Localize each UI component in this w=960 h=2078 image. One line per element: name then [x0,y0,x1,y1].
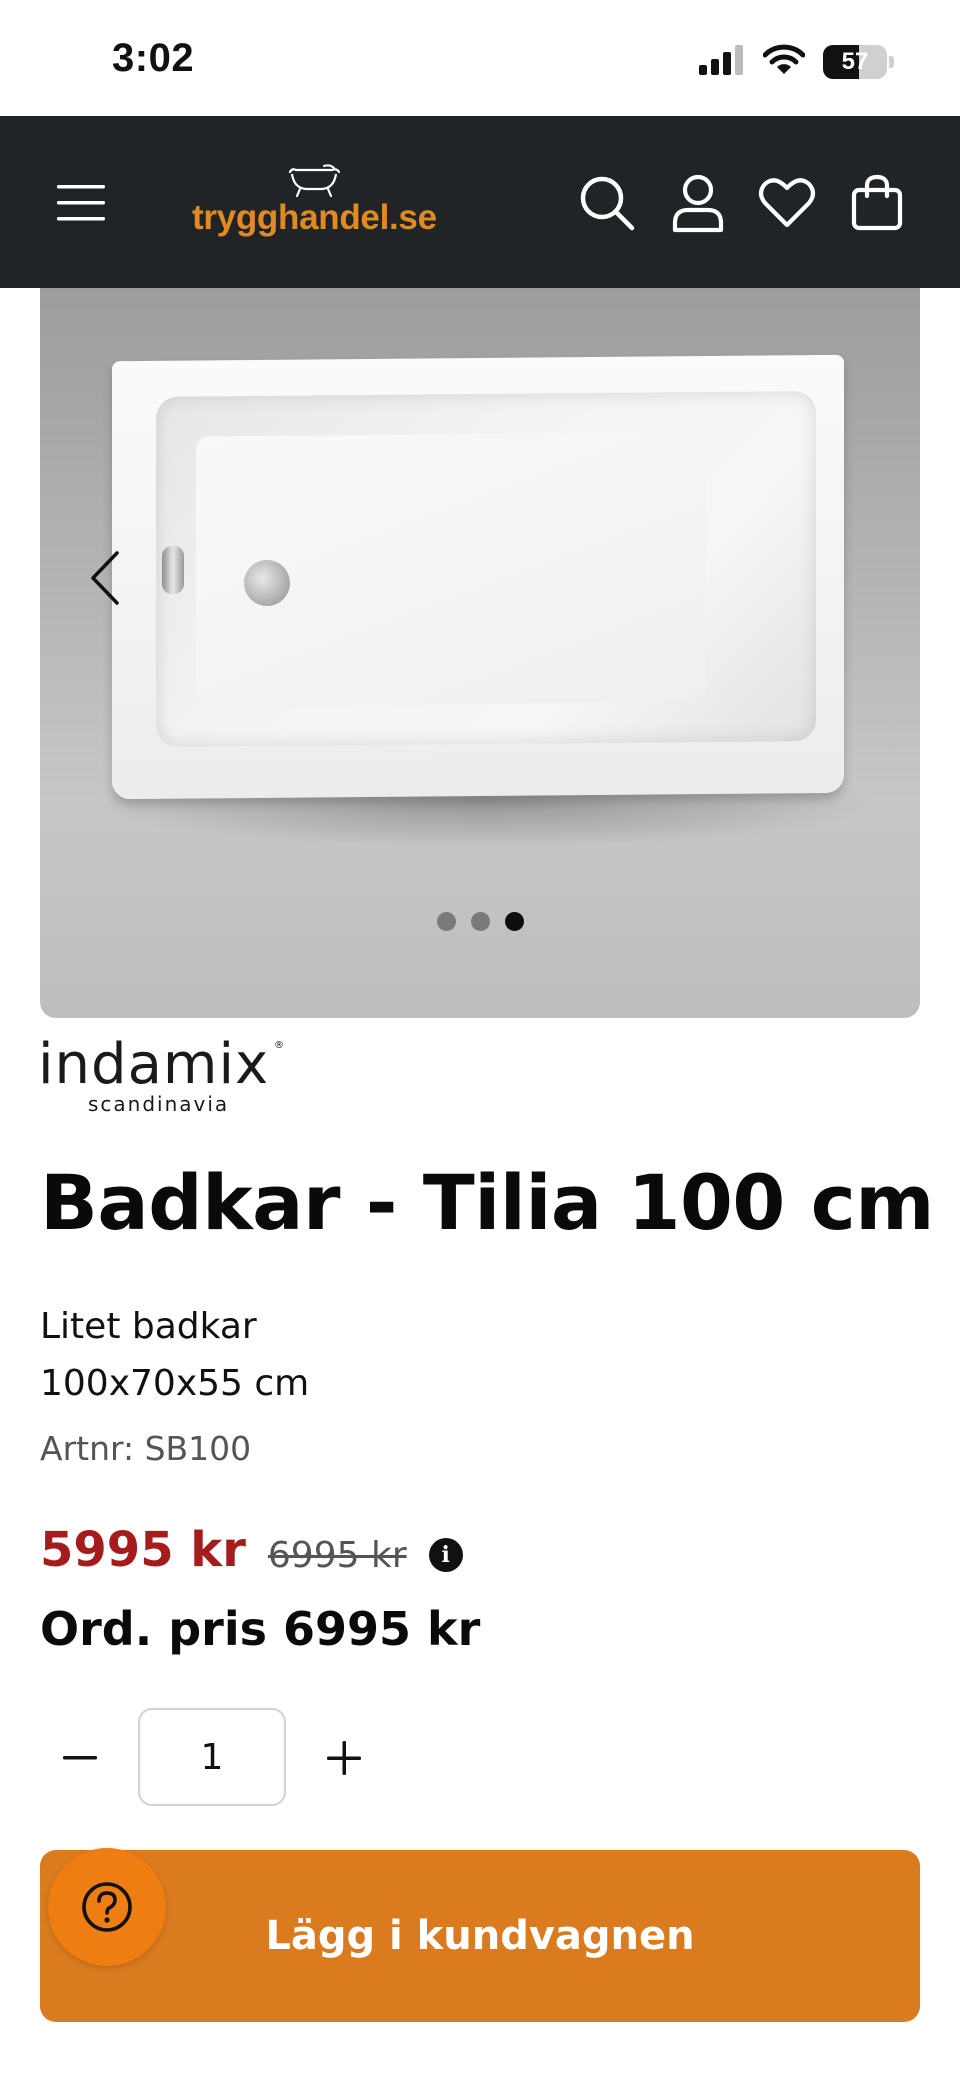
product-description-line: Litet badkar [40,1306,257,1347]
drain [244,560,290,606]
old-price: 6995 kr [267,1534,407,1576]
quantity-input[interactable] [138,1708,286,1806]
price-row: 5995 kr 6995 kr i [40,1522,463,1578]
quantity-decrease-button[interactable] [50,1728,110,1788]
site-header: trygghandel.se [0,116,960,288]
article-number: Artnr: SB100 [40,1429,252,1468]
cellular-signal-icon [699,45,745,79]
sale-price: 5995 kr [40,1522,246,1578]
question-mark-icon [82,1882,132,1932]
logo-text: trygghandel.se [192,198,437,238]
carousel-prev-button[interactable] [80,543,130,613]
add-to-cart-label: Lägg i kundvagnen [265,1913,695,1959]
carousel-dot[interactable] [436,912,456,931]
menu-icon[interactable] [50,172,112,234]
ordinary-price: Ord. pris 6995 kr [40,1602,481,1656]
heart-icon[interactable] [756,172,818,234]
brand-subtitle: scandinavia [88,1092,230,1116]
search-icon[interactable] [576,172,638,234]
quantity-increase-button[interactable] [314,1728,374,1788]
carousel-dot-active[interactable] [504,912,524,931]
product-image-bathtub [112,354,844,800]
site-logo[interactable]: trygghandel.se [192,164,442,244]
chevron-left-icon [91,551,119,605]
product-image-carousel[interactable] [40,288,920,1018]
battery-indicator: 57 [823,45,887,79]
product-dimensions: 100x70x55 cm [40,1363,310,1404]
overflow-knob [162,546,184,594]
status-time: 3:02 [112,36,195,80]
status-bar: 3:02 57 [0,0,960,116]
bathtub-logo-icon [288,164,341,198]
logo-tld: .se [389,198,437,237]
wifi-icon [762,44,806,80]
brand-registered-mark: ® [274,1040,284,1051]
bag-icon[interactable] [846,172,908,234]
plus-icon [327,1741,361,1775]
add-to-cart-button[interactable]: Lägg i kundvagnen [40,1850,920,2022]
battery-tip [889,56,894,68]
info-icon[interactable]: i [428,1538,463,1572]
battery-percentage: 57 [841,48,869,75]
logo-name: trygghandel [192,198,389,237]
carousel-dots [40,912,920,931]
product-description: Litet badkar 100x70x55 cm [40,1298,309,1412]
help-button[interactable] [48,1848,166,1966]
product-title: Badkar - Tilia 100 cm [40,1158,934,1247]
brand-logo[interactable]: indamix ® scandinavia [38,1032,298,1118]
brand-name: indamix [38,1032,270,1097]
account-icon[interactable] [667,172,729,234]
status-icons: 57 [699,44,894,80]
carousel-dot[interactable] [470,912,490,931]
minus-icon [63,1756,97,1760]
